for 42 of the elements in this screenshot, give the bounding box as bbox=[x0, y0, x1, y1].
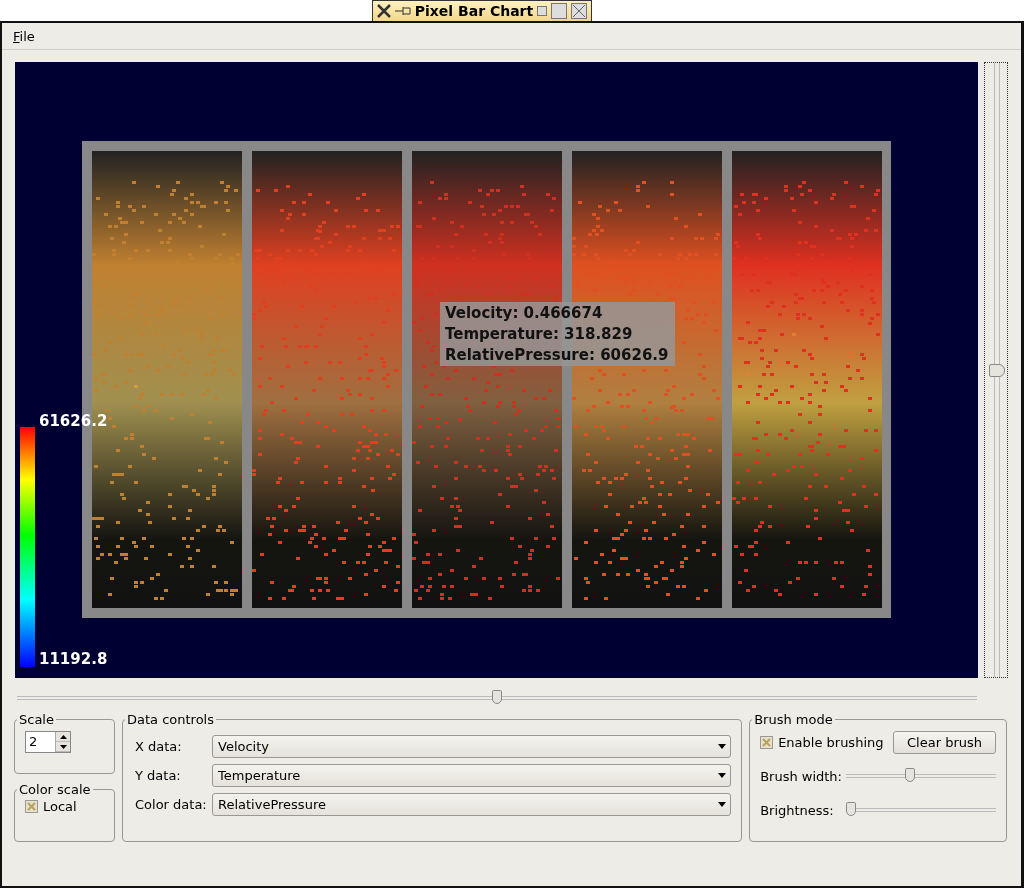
field-label: Y data: bbox=[134, 768, 182, 783]
close-icon[interactable] bbox=[571, 3, 588, 19]
dropdown-arrow-icon bbox=[718, 744, 727, 749]
group-title: Color scale bbox=[18, 782, 92, 797]
slider-thumb[interactable] bbox=[492, 690, 502, 704]
tooltip-line: Velocity: 0.466674 bbox=[445, 304, 604, 322]
chart-canvas[interactable]: 61626.2 11192.8 Velocity: 0.466674 Temperature: 318.829 RelativePressure: 60626.9 bbox=[15, 62, 978, 678]
tooltip-line: Temperature: 318.829 bbox=[445, 325, 634, 343]
x-logo-icon bbox=[376, 4, 391, 18]
checkbox-label[interactable]: Local bbox=[43, 799, 77, 814]
dropdown[interactable]: RelativePressure bbox=[212, 793, 732, 816]
group-title: Data controls bbox=[126, 712, 215, 727]
up-arrow-icon[interactable] bbox=[56, 732, 70, 742]
slider-thumb[interactable] bbox=[989, 364, 1005, 377]
maximize-icon[interactable] bbox=[551, 3, 568, 19]
dropdown-arrow-icon bbox=[718, 802, 727, 807]
checkbox[interactable] bbox=[25, 800, 38, 813]
scale-min-label: 11192.8 bbox=[39, 650, 108, 668]
group-title: Scale bbox=[18, 712, 55, 727]
dropdown[interactable]: Temperature bbox=[212, 764, 732, 787]
tooltip-line: RelativePressure: 60626.9 bbox=[445, 346, 670, 364]
checkbox[interactable] bbox=[760, 736, 774, 749]
field-label: X data: bbox=[134, 739, 183, 754]
spin-box[interactable]: 2 bbox=[25, 731, 71, 753]
group-title: Brush mode bbox=[753, 712, 834, 727]
pixel-bar[interactable] bbox=[732, 151, 882, 608]
checkbox-label[interactable]: Enable brushing bbox=[778, 735, 884, 750]
menu-item[interactable]: File bbox=[10, 26, 38, 46]
pin-icon[interactable] bbox=[394, 6, 411, 16]
dropdown[interactable]: Velocity bbox=[212, 735, 732, 758]
shade-icon[interactable] bbox=[537, 6, 548, 16]
window-title: Pixel Bar Chart bbox=[414, 3, 534, 19]
clear-brush-button[interactable]: Clear brush bbox=[893, 731, 996, 754]
slider-label: Brush width: bbox=[760, 768, 843, 784]
slider-label: Brightness: bbox=[760, 802, 835, 818]
field-label: Color data: bbox=[134, 797, 208, 812]
slider-thumb[interactable] bbox=[846, 802, 857, 816]
scale-max-label: 61626.2 bbox=[39, 412, 108, 430]
dropdown-arrow-icon bbox=[718, 773, 727, 778]
slider-thumb[interactable] bbox=[904, 768, 915, 782]
pixel-bar[interactable] bbox=[252, 151, 402, 608]
down-arrow-icon[interactable] bbox=[56, 742, 70, 752]
